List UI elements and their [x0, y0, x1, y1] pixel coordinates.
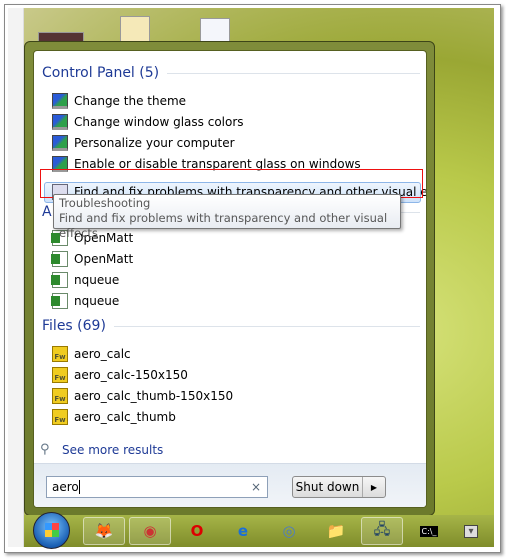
network-icon: 🖧	[373, 519, 391, 538]
start-menu: Control Panel (5) Change the theme Chang…	[24, 41, 435, 516]
show-hidden-icons-button[interactable]: ▾	[460, 517, 482, 545]
header-text: Files (69)	[42, 318, 106, 334]
excel-icon	[51, 293, 68, 309]
result-nqueue-2[interactable]: nqueue	[51, 291, 120, 311]
fireworks-icon: Fw	[52, 346, 68, 362]
result-label: Change the theme	[74, 94, 187, 108]
divider	[167, 72, 420, 74]
fireworks-icon: Fw	[52, 388, 68, 404]
result-label: Personalize your computer	[74, 136, 235, 150]
taskbar-explorer[interactable]: 📁	[315, 517, 357, 545]
see-more-results-link[interactable]: ⚲ See more results	[40, 440, 163, 460]
safari-icon: ◎	[282, 522, 296, 540]
result-label: aero_calc	[74, 347, 131, 361]
taskbar-chrome[interactable]: ◉	[129, 517, 171, 545]
result-openmatt-2[interactable]: OpenMatt	[51, 249, 134, 269]
taskbar-firefox[interactable]: 🦊	[83, 517, 125, 545]
text-cursor	[78, 480, 80, 494]
tooltip: Troubleshooting Find and fix problems wit…	[53, 194, 401, 240]
result-label: OpenMatt	[74, 252, 134, 266]
result-change-theme[interactable]: Change the theme	[52, 91, 186, 111]
cmd-icon: C:\_	[419, 525, 439, 537]
taskbar-opera[interactable]: O	[176, 517, 218, 545]
result-aero-calc-thumb[interactable]: Fw aero_calc_thumb	[52, 407, 176, 427]
taskbar-cmd[interactable]: C:\_	[408, 517, 450, 545]
personalization-icon	[52, 114, 68, 130]
shutdown-button[interactable]: Shut down	[293, 477, 363, 497]
internet-explorer-icon: e	[237, 522, 249, 540]
clear-search-icon[interactable]: ×	[251, 480, 261, 494]
control-panel-header: Control Panel (5)	[42, 65, 420, 81]
result-glass-colors[interactable]: Change window glass colors	[52, 112, 244, 132]
search-value: aero	[52, 480, 79, 494]
start-button[interactable]	[33, 512, 70, 549]
result-label: Change window glass colors	[74, 115, 244, 129]
opera-icon: O	[190, 522, 204, 540]
result-label: aero_calc_thumb	[74, 410, 176, 424]
fireworks-icon: Fw	[52, 367, 68, 383]
folder-icon: 📁	[326, 522, 346, 540]
personalization-icon	[52, 135, 68, 151]
taskbar-network[interactable]: 🖧	[361, 517, 403, 545]
result-aero-calc[interactable]: Fw aero_calc	[52, 344, 131, 364]
result-label: nqueue	[74, 273, 120, 287]
result-aero-calc-150[interactable]: Fw aero_calc-150x150	[52, 365, 188, 385]
result-label: aero_calc_thumb-150x150	[74, 389, 234, 403]
result-label: nqueue	[74, 294, 120, 308]
excel-icon	[51, 251, 68, 267]
result-label: aero_calc-150x150	[74, 368, 188, 382]
search-results-panel: Control Panel (5) Change the theme Chang…	[33, 50, 427, 508]
firefox-icon: 🦊	[94, 522, 114, 540]
fireworks-icon: Fw	[52, 409, 68, 425]
header-text: Control Panel (5)	[42, 65, 160, 81]
personalization-icon	[52, 93, 68, 109]
excel-icon	[51, 272, 68, 288]
taskbar: 🦊 ◉ O e ◎ 📁 🖧 C:\_ ▾	[24, 515, 494, 547]
search-icon: ⚲	[40, 442, 50, 457]
shutdown-control: Shut down ▶	[292, 476, 386, 498]
result-nqueue-1[interactable]: nqueue	[51, 270, 120, 290]
taskbar-safari[interactable]: ◎	[268, 517, 310, 545]
chrome-icon: ◉	[143, 522, 157, 540]
taskbar-ie[interactable]: e	[222, 517, 264, 545]
shutdown-options-arrow[interactable]: ▶	[363, 477, 385, 497]
header-text: A	[42, 204, 52, 220]
tooltip-text: Find and fix problems with transparency …	[59, 211, 388, 240]
result-personalize[interactable]: Personalize your computer	[52, 133, 235, 153]
divider	[113, 325, 420, 327]
result-aero-calc-thumb-150[interactable]: Fw aero_calc_thumb-150x150	[52, 386, 233, 406]
see-more-label: See more results	[62, 443, 164, 457]
background-window-strip	[8, 8, 24, 547]
tooltip-title: Troubleshooting	[59, 196, 151, 210]
search-input[interactable]: aero ×	[46, 476, 268, 498]
files-header: Files (69)	[42, 318, 420, 334]
chevron-down-icon: ▾	[464, 524, 478, 538]
